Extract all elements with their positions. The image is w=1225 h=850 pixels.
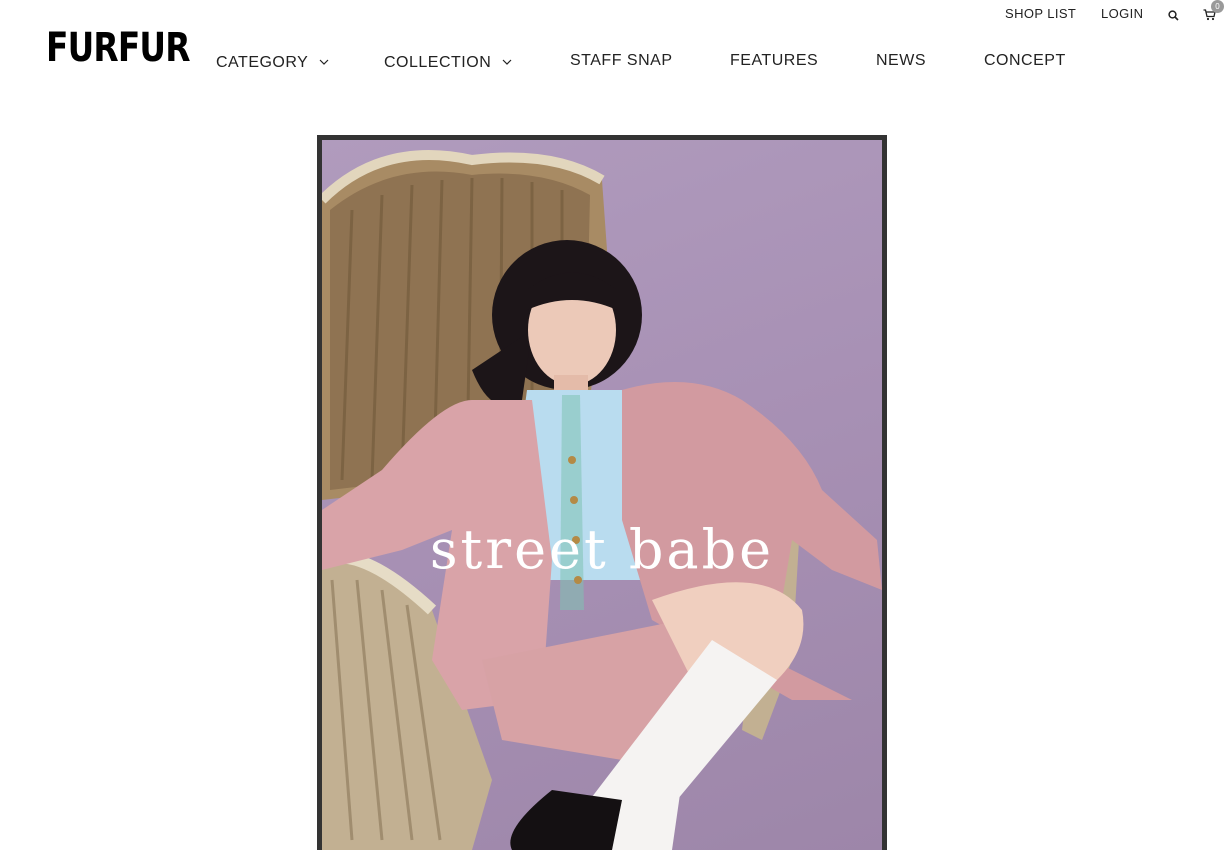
nav-news[interactable]: NEWS: [876, 52, 926, 70]
hero-illustration: [322, 150, 882, 850]
nav-staff-snap[interactable]: STAFF SNAP: [570, 52, 673, 70]
hero-banner[interactable]: street babe: [317, 135, 887, 850]
shop-list-link[interactable]: SHOP LIST: [1005, 6, 1076, 22]
nav-collection[interactable]: COLLECTION: [384, 52, 512, 72]
search-icon[interactable]: [1168, 8, 1179, 26]
nav-category[interactable]: CATEGORY: [216, 52, 329, 72]
nav-features[interactable]: FEATURES: [730, 52, 818, 70]
nav-collection-label: COLLECTION: [384, 54, 492, 71]
login-link[interactable]: LOGIN: [1101, 6, 1143, 22]
chevron-down-icon: [502, 52, 512, 70]
utility-bar: SHOP LIST LOGIN: [0, 6, 1225, 22]
nav-concept[interactable]: CONCEPT: [984, 52, 1066, 70]
hero-title: street babe: [429, 518, 775, 581]
nav-category-label: CATEGORY: [216, 54, 309, 71]
brand-logo[interactable]: FURFUR: [46, 28, 191, 68]
hero-photo: street babe: [322, 140, 882, 850]
cart-count-badge[interactable]: 0: [1211, 0, 1224, 13]
chevron-down-icon: [319, 52, 329, 70]
